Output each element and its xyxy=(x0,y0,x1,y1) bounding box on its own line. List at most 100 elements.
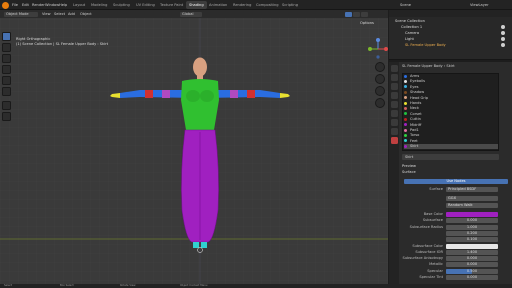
surface-shader-select[interactable]: Principled BSDF xyxy=(446,187,498,192)
shading-rendered-button[interactable] xyxy=(361,12,368,17)
material-slot[interactable]: Pad1 xyxy=(404,128,419,133)
material-slot-label: Skirt xyxy=(410,144,419,149)
tab-layout[interactable]: Layout xyxy=(70,1,88,9)
material-slot-label: Corset xyxy=(410,111,422,116)
transform-orientation[interactable]: Global xyxy=(180,12,202,17)
material-slot[interactable]: Head Grip xyxy=(404,96,428,101)
zoom-icon[interactable] xyxy=(375,62,385,72)
material-slot[interactable]: Shadow xyxy=(404,90,424,95)
material-slot-label: Cuttin xyxy=(410,117,421,122)
surface-section[interactable]: Surface xyxy=(402,170,416,174)
shading-material-button[interactable] xyxy=(353,12,360,17)
use-nodes-button[interactable]: Use Nodes xyxy=(404,179,508,184)
param-value-field[interactable]: 0.000 xyxy=(446,256,498,262)
tool-props-icon[interactable] xyxy=(391,65,398,72)
select-menu[interactable]: Select xyxy=(54,12,65,16)
material-color-icon xyxy=(404,133,407,137)
pan-hand-icon[interactable] xyxy=(375,74,385,84)
material-slot[interactable]: Skirt xyxy=(404,144,498,150)
param-value-field[interactable]: 0.200 xyxy=(446,230,498,236)
options-button[interactable]: Options xyxy=(360,21,374,25)
distribution-select[interactable]: GGX xyxy=(446,196,498,201)
material-slot[interactable]: Eyes xyxy=(404,85,418,90)
material-name-field[interactable]: Skirt xyxy=(402,154,499,160)
material-slot[interactable]: Neck xyxy=(404,106,419,111)
menu-help[interactable]: Help xyxy=(59,3,67,7)
annotate-tool-icon[interactable] xyxy=(2,101,11,110)
menu-edit[interactable]: Edit xyxy=(22,3,29,7)
tab-sculpting[interactable]: Sculpting xyxy=(110,1,133,9)
visibility-eye-icon[interactable] xyxy=(501,43,505,47)
select-tool-icon[interactable] xyxy=(2,32,11,41)
object-props-icon[interactable] xyxy=(391,110,398,117)
param-color-swatch[interactable] xyxy=(446,212,498,217)
world-props-icon[interactable] xyxy=(391,101,398,108)
material-slot[interactable]: Feet xyxy=(404,139,418,144)
character-model[interactable] xyxy=(110,50,290,255)
visibility-eye-icon[interactable] xyxy=(501,37,505,41)
param-value-field[interactable]: 1.400 xyxy=(446,249,498,255)
measure-tool-icon[interactable] xyxy=(2,112,11,121)
3d-viewport[interactable]: Object Mode View Select Add Object Globa… xyxy=(0,10,388,284)
menu-render[interactable]: Render xyxy=(32,3,45,7)
material-slot[interactable]: Eyeballs xyxy=(404,79,425,84)
add-menu[interactable]: Add xyxy=(68,12,75,16)
tab-uv-editing[interactable]: UV Editing xyxy=(133,1,158,9)
tab-compositing[interactable]: Compositing xyxy=(253,1,282,9)
material-slot[interactable]: Torso xyxy=(404,133,419,138)
outliner-item-camera[interactable]: Camera xyxy=(405,31,419,35)
view-layer-selector[interactable]: ViewLayer xyxy=(470,3,489,7)
param-value-field[interactable]: 0.000 xyxy=(446,262,498,268)
menu-window[interactable]: Window xyxy=(45,3,59,7)
subsurface-method-select[interactable]: Random Walk xyxy=(446,203,498,208)
material-slot[interactable]: Corset xyxy=(404,112,422,117)
data-props-icon[interactable] xyxy=(391,128,398,135)
object-menu[interactable]: Object xyxy=(80,12,92,16)
perspective-toggle-icon[interactable] xyxy=(375,98,385,108)
mode-selector[interactable]: Object Mode xyxy=(4,12,38,17)
material-slot[interactable]: Midriff xyxy=(404,123,421,128)
output-props-icon[interactable] xyxy=(391,83,398,90)
scene-selector[interactable]: Scene xyxy=(400,3,411,7)
outliner-root[interactable]: Scene Collection xyxy=(395,19,425,23)
view-menu[interactable]: View xyxy=(42,12,51,16)
preview-section[interactable]: Preview xyxy=(402,164,416,168)
tab-texture-paint[interactable]: Texture Paint xyxy=(157,1,186,9)
param-color-swatch[interactable] xyxy=(446,243,498,249)
transform-tool-icon[interactable] xyxy=(2,87,11,96)
material-slot[interactable]: Arms xyxy=(404,74,419,79)
param-value-field[interactable]: 0.000 xyxy=(446,275,498,280)
navigation-gizmo[interactable] xyxy=(368,38,388,60)
tab-rendering[interactable]: Rendering xyxy=(230,1,254,9)
param-value-field[interactable]: 0.100 xyxy=(446,237,498,243)
tab-modeling[interactable]: Modeling xyxy=(88,1,110,9)
tab-scripting[interactable]: Scripting xyxy=(279,1,301,9)
blender-logo-icon[interactable] xyxy=(2,1,9,9)
move-tool-icon[interactable] xyxy=(2,54,11,63)
param-value-field[interactable]: 0.000 xyxy=(446,218,498,224)
outliner-item-light[interactable]: Light xyxy=(405,37,414,41)
param-label: Specular xyxy=(427,268,443,273)
visibility-eye-icon[interactable] xyxy=(501,31,505,35)
param-value-field[interactable]: 0.500 xyxy=(446,268,498,274)
menu-file[interactable]: File xyxy=(12,3,18,7)
outliner-item-body[interactable]: SL Female Upper Body xyxy=(405,43,446,47)
tab-animation[interactable]: Animation xyxy=(206,1,230,9)
material-slot[interactable]: Cuttin xyxy=(404,117,421,122)
visibility-eye-icon[interactable] xyxy=(501,25,505,29)
shading-solid-button[interactable] xyxy=(345,12,352,17)
modifier-props-icon[interactable] xyxy=(391,119,398,126)
render-props-icon[interactable] xyxy=(391,74,398,81)
material-slot[interactable]: Hands xyxy=(404,101,421,106)
outliner-item-collection[interactable]: Collection 1 xyxy=(401,25,422,29)
param-label: Subsurface Anisotropy xyxy=(402,256,443,261)
param-value-field[interactable]: 1.000 xyxy=(446,224,498,230)
scale-tool-icon[interactable] xyxy=(2,76,11,85)
material-props-icon[interactable] xyxy=(391,137,398,144)
tab-shading[interactable]: Shading xyxy=(186,1,207,9)
scene-props-icon[interactable] xyxy=(391,92,398,99)
camera-view-icon[interactable] xyxy=(375,86,385,96)
material-slot-label: Shadow xyxy=(410,90,425,95)
rotate-tool-icon[interactable] xyxy=(2,65,11,74)
cursor-tool-icon[interactable] xyxy=(2,43,11,52)
